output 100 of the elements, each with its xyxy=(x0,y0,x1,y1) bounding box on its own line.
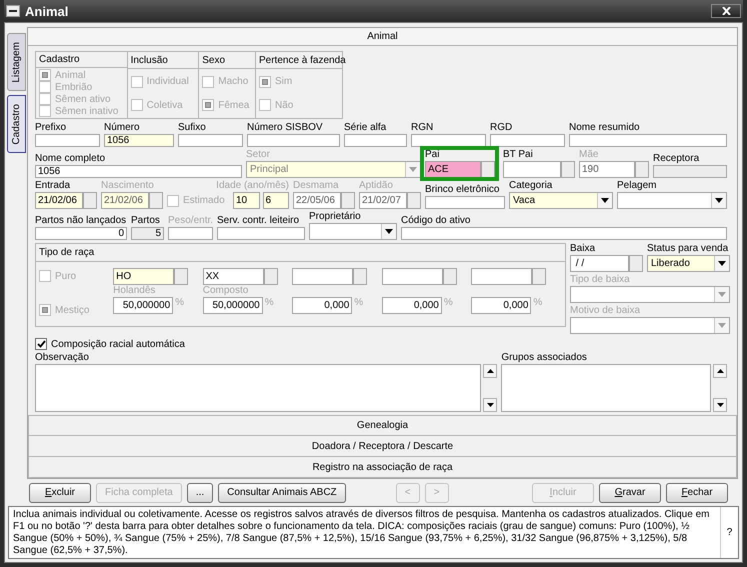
close-button[interactable] xyxy=(711,4,741,18)
memo-field[interactable] xyxy=(501,364,711,412)
action-button[interactable]: ... xyxy=(186,482,214,502)
date-field[interactable]: / / xyxy=(570,255,629,272)
scroll-up-button[interactable] xyxy=(713,364,727,378)
field-label: Série alfa xyxy=(344,122,386,134)
calendar-button[interactable] xyxy=(149,192,163,209)
date-field[interactable]: 21/02/06 xyxy=(35,192,83,209)
lookup-button[interactable] xyxy=(561,161,575,178)
text-field[interactable] xyxy=(344,134,407,147)
dropdown[interactable]: Liberado xyxy=(647,255,730,272)
checkbox-label: Não xyxy=(275,100,294,111)
field-label: Baixa xyxy=(570,243,596,255)
action-button[interactable]: Gravar xyxy=(599,482,661,502)
field-label: Partos não lançados xyxy=(35,215,126,227)
text-field[interactable] xyxy=(178,134,243,147)
text-field[interactable] xyxy=(411,134,486,147)
calendar-button[interactable] xyxy=(629,255,643,272)
text-field[interactable] xyxy=(247,134,340,147)
side-tab[interactable]: Listagem xyxy=(7,33,26,91)
dropdown[interactable]: Vaca xyxy=(509,192,613,209)
checkbox-label: Estimado xyxy=(183,195,225,206)
down-arrow-icon xyxy=(486,403,494,407)
text-field[interactable] xyxy=(217,227,305,240)
field-label: Número SISBOV xyxy=(247,122,323,134)
checkbox-label: Coletiva xyxy=(146,100,183,111)
percent-sign: % xyxy=(532,297,544,310)
field-label: Mãe xyxy=(579,149,598,161)
field-label: Peso/entr. xyxy=(168,215,214,227)
section-header[interactable]: Doadora / Receptora / Descarte xyxy=(28,436,737,457)
checkbox-label: Animal xyxy=(55,70,86,80)
action-button[interactable]: Excluir xyxy=(29,482,91,502)
field-label: Serv. contr. leiteiro xyxy=(217,215,300,227)
field-label: Motivo de baixa xyxy=(570,305,640,317)
calendar-button[interactable] xyxy=(83,192,97,209)
text-field[interactable] xyxy=(569,134,727,147)
text-field[interactable] xyxy=(503,161,561,178)
field-label: BT Pai xyxy=(503,149,533,161)
field-label: Tipo de baixa xyxy=(570,274,630,286)
field-label: Setor xyxy=(246,149,270,161)
text-field[interactable] xyxy=(653,165,727,178)
calendar-button[interactable] xyxy=(407,192,421,209)
column-header: Sexo xyxy=(199,52,255,69)
checkbox-label: Sêmen inativo xyxy=(55,106,118,116)
caret-icon xyxy=(385,229,393,234)
field-label: Desmama xyxy=(293,180,339,192)
caret-icon xyxy=(718,261,726,266)
side-tab[interactable]: Cadastro xyxy=(7,95,26,153)
field-label: Aptidão xyxy=(359,180,393,192)
text-field[interactable] xyxy=(425,196,505,209)
text-field[interactable]: 5 xyxy=(131,227,164,240)
text-field[interactable]: 0 xyxy=(35,227,127,240)
down-arrow-icon xyxy=(716,403,724,407)
percent-sign: % xyxy=(353,297,364,310)
window-title: Animal xyxy=(25,4,68,18)
field-label: Observação xyxy=(35,352,89,364)
breed-name: Composto xyxy=(202,285,250,297)
text-field[interactable] xyxy=(35,134,100,147)
text-field[interactable]: 1056 xyxy=(35,165,242,178)
scroll-down-button[interactable] xyxy=(483,398,498,412)
dropdown[interactable] xyxy=(309,223,397,240)
scroll-down-button[interactable] xyxy=(713,398,727,412)
column-header: Inclusão xyxy=(128,52,198,69)
text-field[interactable]: 1056 xyxy=(104,134,174,147)
dropdown[interactable] xyxy=(617,192,727,209)
field-label: Código do ativo xyxy=(401,215,470,227)
action-button[interactable]: Fechar xyxy=(666,482,728,502)
checkbox[interactable] xyxy=(35,338,47,350)
calendar-button[interactable] xyxy=(341,192,355,209)
scroll-up-button[interactable] xyxy=(483,364,498,378)
up-arrow-icon xyxy=(486,369,494,373)
memo-field[interactable] xyxy=(35,364,482,412)
field-label: Idade (ano/mês) xyxy=(216,180,289,192)
checkbox-label: Individual xyxy=(146,76,189,88)
field-label: RGD xyxy=(490,122,512,134)
field-label: Partos xyxy=(131,215,160,227)
field-label: Proprietário xyxy=(309,211,361,223)
text-field[interactable] xyxy=(401,227,727,240)
field-label: Status para venda xyxy=(647,243,728,255)
field-label: Brinco eletrônico xyxy=(425,184,500,196)
action-button[interactable]: Consultar Animais ABCZ xyxy=(218,482,346,502)
lookup-button[interactable] xyxy=(481,161,495,178)
text-field[interactable]: ACE xyxy=(425,161,481,178)
section-header[interactable]: Genealogia xyxy=(28,415,737,436)
help-text: Inclua animais individual ou coletivamente. Acesse os registros salvos através de diversos filtros de pesquisa. Mantenha os cadastros atualizados. Clique em F1 ou no botão '?' desta barra para obter detalhes sobre o funcionamento da tela. DICA: composições raciais (grau de sangue) comuns: Puro (100%), ½ Sangue (50% + 50%), ¾ Sangue (75% + 25%), 7/8 Sangue (87,5% + 12,5%), 15/16 Sangue (93,75% + 6,25%), 31/32 Sangue (96,875% + 3,125%), 5/8 Sangue (62,5% + 37,5%). xyxy=(12,508,710,558)
checkbox-label: Mestiço xyxy=(55,304,90,316)
section-header[interactable]: Registro na associação de raça xyxy=(28,457,737,478)
caret-icon xyxy=(718,292,726,297)
text-field[interactable] xyxy=(490,134,565,147)
caret-icon xyxy=(409,167,417,172)
field-label: Entrada xyxy=(35,180,70,192)
percent-sign: % xyxy=(174,297,186,310)
checkbox-label: Sim xyxy=(275,76,292,88)
field-label: Sufixo xyxy=(178,122,206,134)
checkbox-label: Composição racial automática xyxy=(51,338,185,350)
lookup-button[interactable] xyxy=(635,161,649,178)
window-menu-icon[interactable] xyxy=(6,5,20,17)
checkbox-label: Fêmea xyxy=(218,100,250,111)
field-label: Categoria xyxy=(509,180,552,192)
checkbox-label: Sêmen ativo xyxy=(55,94,111,104)
